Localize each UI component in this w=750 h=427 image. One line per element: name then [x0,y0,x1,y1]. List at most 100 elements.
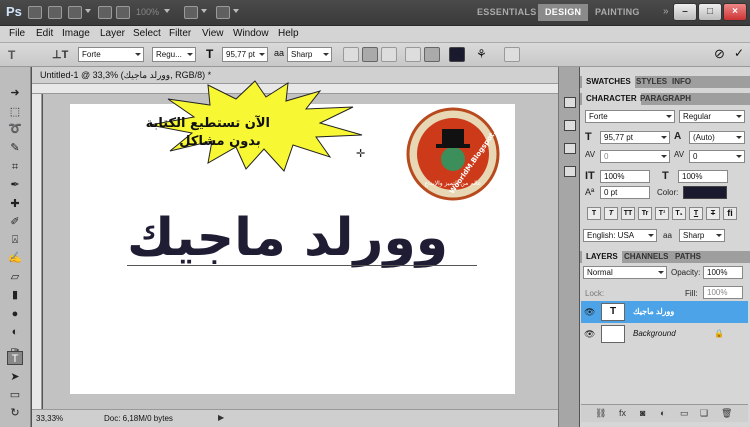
ruler-vertical[interactable] [32,94,42,409]
minimize-button[interactable]: – [673,3,697,21]
zoom-level[interactable]: 100% [136,7,159,17]
brush-tool-icon[interactable]: ✐ [7,215,23,229]
subscript-button[interactable]: T₁ [672,207,686,220]
strikethrough-button[interactable]: T [706,207,720,220]
char-kerning-field[interactable]: 0 [600,150,670,163]
antialias-select[interactable]: Sharp [287,47,332,62]
blur-tool-icon[interactable]: ● [7,307,23,321]
small-caps-button[interactable]: Tr [638,207,652,220]
eyedropper-tool-icon[interactable]: ✒ [7,178,23,192]
char-baseline-field[interactable]: 0 pt [600,186,650,199]
delete-layer-icon[interactable]: 🗑 [721,408,732,419]
tab-swatches[interactable]: SWATCHES [582,76,635,88]
crop-tool-icon[interactable]: ⌗ [7,160,23,174]
align-right-button[interactable] [381,47,397,62]
blend-mode-select[interactable]: Normal [583,266,667,279]
char-tracking-field[interactable]: 0 [689,150,745,163]
layer-mask-icon[interactable]: ◙ [640,408,645,418]
history-brush-tool-icon[interactable]: ✍ [7,251,23,265]
type-tool-preset-icon[interactable]: T [8,48,15,62]
menu-edit[interactable]: Edit [36,28,53,39]
hand-tool-icon[interactable] [98,6,112,19]
warp-text-icon[interactable]: ⚘ [476,47,487,61]
bridge-icon[interactable] [28,6,42,19]
layer-name[interactable]: Background [633,329,676,338]
new-layer-icon[interactable]: ❑ [700,408,708,419]
workspace-painting[interactable]: PAINTING [588,4,647,21]
actions-panel-icon[interactable] [564,120,576,131]
type-tool-icon[interactable]: T [7,351,23,365]
close-button[interactable]: × [723,3,747,21]
commit-icon[interactable]: ✓ [734,46,744,60]
mini-bridge-icon[interactable] [48,6,62,19]
fill-field[interactable]: 100% [703,286,743,299]
ligature-button[interactable]: fi [723,207,737,220]
adjustment-layer-icon[interactable]: ◐ [660,408,665,418]
eye-icon[interactable]: 👁 [584,307,595,318]
history-panel-icon[interactable] [564,97,576,108]
menu-filter[interactable]: Filter [169,28,191,39]
char-font-style-select[interactable]: Regular [679,110,745,123]
toggle-orientation-icon[interactable]: ⊥T [52,48,68,61]
menu-file[interactable]: File [9,28,25,39]
link-layers-icon[interactable]: ⛓ [595,408,606,419]
zoom-tool-icon[interactable] [116,6,130,19]
eraser-tool-icon[interactable]: ▱ [7,270,23,284]
eye-icon[interactable]: 👁 [584,329,595,340]
move-tool-icon[interactable]: ➜ [7,86,23,100]
align-center-button[interactable] [362,47,378,62]
chevron-down-icon[interactable] [233,9,239,13]
canvas[interactable]: الآن تستطيع الكتابة بدون مشاكل عالم من ا… [70,80,515,394]
font-family-select[interactable]: Forte [78,47,144,62]
menu-help[interactable]: Help [278,28,299,39]
char-hscale-field[interactable]: 100% [678,170,728,183]
shape-tool-icon[interactable]: ▭ [7,388,23,402]
workspace-design[interactable]: DESIGN [538,4,589,21]
char-vscale-field[interactable]: 100% [600,170,650,183]
tab-channels[interactable]: CHANNELS [620,251,672,263]
paragraph-panel-icon[interactable] [564,166,576,177]
dodge-tool-icon[interactable]: ◐ [7,325,23,339]
underline-button[interactable]: T [689,207,703,220]
chevron-down-icon[interactable] [201,9,207,13]
quick-select-tool-icon[interactable]: ✎ [7,141,23,155]
tab-character[interactable]: CHARACTER [582,93,641,105]
marquee-tool-icon[interactable]: ⬚ [7,105,23,119]
rtl-right-button[interactable] [424,47,440,62]
superscript-button[interactable]: T¹ [655,207,669,220]
menu-layer[interactable]: Layer [100,28,125,39]
layer-row[interactable]: 👁 T وورلد ماجيك [581,301,748,323]
workspace-more[interactable]: » [663,6,669,17]
rtl-left-button[interactable] [405,47,421,62]
font-size-field[interactable]: 95,77 pt [222,47,268,62]
maximize-button[interactable]: □ [698,3,722,21]
3d-rotate-tool-icon[interactable]: ↻ [7,406,23,420]
guides-icon[interactable] [68,6,82,19]
char-size-field[interactable]: 95,77 pt [600,131,670,144]
tab-info[interactable]: INFO [668,76,695,88]
workspace-essentials[interactable]: ESSENTIALS [470,4,544,21]
arrange-documents-icon[interactable] [184,6,198,19]
char-font-family-select[interactable]: Forte [585,110,675,123]
layer-name[interactable]: وورلد ماجيك [633,307,674,316]
faux-bold-button[interactable]: T [587,207,601,220]
new-group-icon[interactable]: ▭ [680,408,689,419]
status-menu-icon[interactable]: ▶ [218,413,224,422]
font-style-select[interactable]: Regu... [152,47,196,62]
lasso-tool-icon[interactable]: ➰ [7,122,23,136]
tab-styles[interactable]: STYLES [632,76,671,88]
zoom-status[interactable]: 33,33% [36,414,63,423]
path-selection-tool-icon[interactable]: ➤ [7,370,23,384]
opacity-field[interactable]: 100% [703,266,743,279]
cancel-icon[interactable]: ⊘ [714,46,725,62]
layer-style-icon[interactable]: fx [619,408,626,418]
gradient-tool-icon[interactable]: ▮ [7,288,23,302]
layer-row[interactable]: 👁 Background 🔒 [581,323,748,345]
menu-view[interactable]: View [202,28,224,39]
tab-layers[interactable]: LAYERS [582,251,622,263]
text-color-swatch[interactable] [449,47,465,62]
language-select[interactable]: English: USA [583,229,657,242]
tab-paths[interactable]: PATHS [671,251,705,263]
faux-italic-button[interactable]: T [604,207,618,220]
canvas-arabic-text[interactable]: وورلد ماجيك [127,208,448,268]
